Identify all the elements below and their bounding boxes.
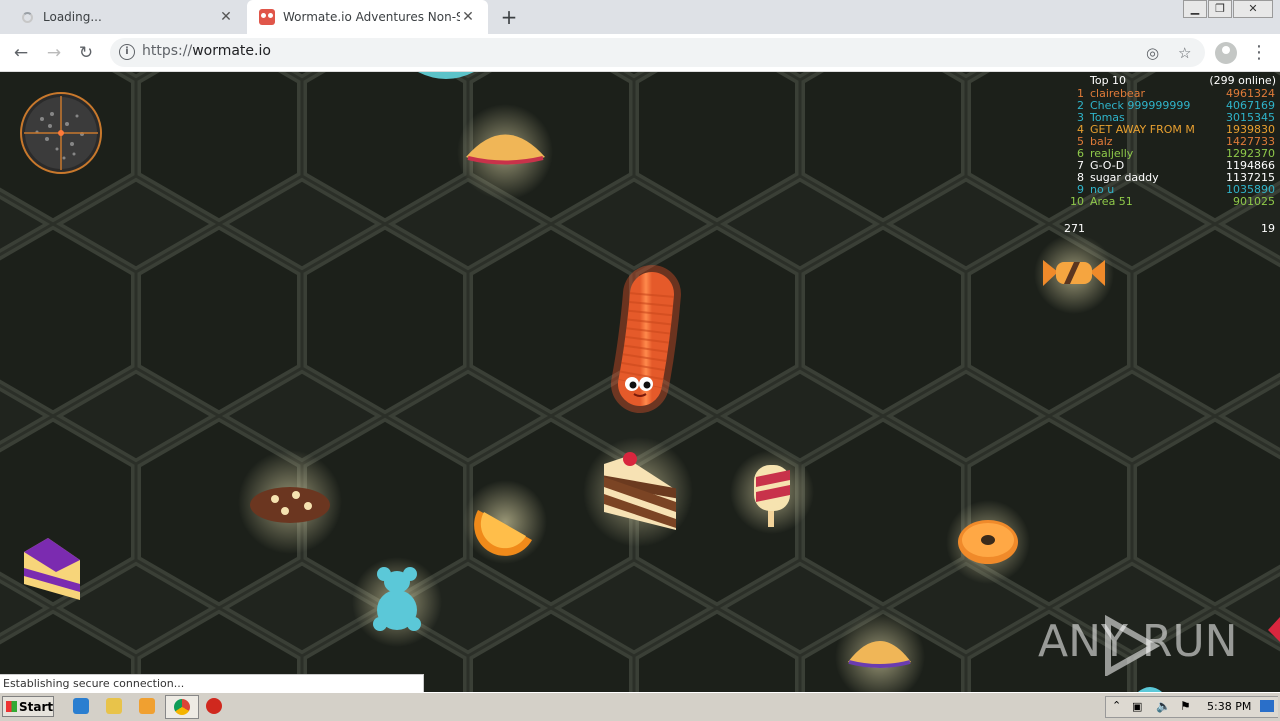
tray-expand-icon[interactable]: ⌃ xyxy=(1112,699,1121,712)
new-tab-button[interactable]: + xyxy=(498,6,520,28)
tab-strip: Loading... ✕ Wormate.io Adventures Non-S… xyxy=(0,0,1280,34)
menu-dots-icon[interactable]: ⋮ xyxy=(1250,42,1268,63)
candy-orange-slice xyxy=(463,480,547,564)
volume-icon[interactable]: 🔈 xyxy=(1156,699,1171,713)
location-icon[interactable]: ◎ xyxy=(1146,44,1159,62)
maximize-button[interactable]: ❐ xyxy=(1208,0,1232,18)
clock: 5:38 PM xyxy=(1207,700,1252,713)
tab-title: Loading... xyxy=(43,10,102,24)
watermark-text: ANY RUN xyxy=(1038,616,1238,667)
candy-chocolate-cookie xyxy=(238,450,342,554)
start-button[interactable]: Start xyxy=(2,696,54,717)
chrome-taskbar-button[interactable] xyxy=(165,695,199,719)
url-text[interactable]: https://wormate.io xyxy=(142,43,271,59)
leaderboard-rank: 10 xyxy=(1070,195,1084,208)
leaderboard-title: Top 10 xyxy=(1090,74,1127,87)
profile-avatar-icon[interactable] xyxy=(1215,42,1237,64)
candy-gummy-bear xyxy=(352,557,442,647)
minimap xyxy=(20,92,102,174)
my-score: 271 xyxy=(1064,222,1085,235)
url-scheme: https:// xyxy=(142,43,193,59)
tab-close-icon[interactable]: ✕ xyxy=(460,9,476,25)
back-arrow-icon[interactable]: ← xyxy=(10,42,32,64)
tab-title: Wormate.io Adventures Non-Stop xyxy=(283,10,460,24)
loading-spinner-icon xyxy=(22,11,33,23)
site-info-icon[interactable]: i xyxy=(119,44,135,60)
bookmark-star-icon[interactable]: ☆ xyxy=(1178,44,1191,62)
game-canvas[interactable]: Top 10 (299 online) 1 clairebear 4961324 2 C… xyxy=(0,72,1280,692)
windows-taskbar: Start ⌃ ▣ 🔈 ⚑ 5:38 PM xyxy=(0,692,1280,721)
ie-icon[interactable] xyxy=(73,698,89,714)
minimize-button[interactable]: ▁ xyxy=(1183,0,1207,18)
tab-close-icon[interactable]: ✕ xyxy=(218,9,234,25)
leaderboard-row: 10 Area 51 901025 xyxy=(1060,196,1280,208)
tab-wormate[interactable]: Wormate.io Adventures Non-Stop ✕ xyxy=(247,0,488,34)
forward-arrow-icon[interactable]: → xyxy=(43,42,65,64)
tab-loading[interactable]: Loading... ✕ xyxy=(0,0,246,34)
stop-icon[interactable] xyxy=(206,698,222,714)
show-desktop-icon[interactable] xyxy=(1260,700,1274,712)
candy-pie xyxy=(457,104,553,200)
status-bubble: Establishing secure connection... xyxy=(0,674,424,692)
candy-ice-pop xyxy=(730,450,814,534)
window-close-button[interactable]: ✕ xyxy=(1233,0,1273,18)
wormate-favicon-icon xyxy=(259,9,275,25)
reload-icon[interactable]: ↻ xyxy=(75,42,97,64)
network-icon[interactable]: ▣ xyxy=(1132,700,1142,713)
online-count: (299 online) xyxy=(1209,74,1276,87)
url-host: wormate.io xyxy=(192,43,271,59)
explorer-folder-icon[interactable] xyxy=(106,698,122,714)
leaderboard: Top 10 (299 online) 1 clairebear 4961324 2 C… xyxy=(1060,72,1280,208)
leaderboard-score: 901025 xyxy=(1233,195,1275,208)
address-bar[interactable]: i https://wormate.io ◎ ☆ xyxy=(110,38,1205,67)
browser-toolbar: ← → ↻ i https://wormate.io ◎ ☆ ⋮ xyxy=(0,34,1280,72)
candy-cake-slice xyxy=(583,437,693,547)
chrome-icon xyxy=(174,699,190,715)
leaderboard-name: Area 51 xyxy=(1090,195,1133,208)
media-player-icon[interactable] xyxy=(139,698,155,714)
flag-icon[interactable]: ⚑ xyxy=(1180,699,1191,713)
player-worm xyxy=(611,265,681,413)
system-tray: ⌃ ▣ 🔈 ⚑ xyxy=(1105,696,1278,718)
candy-donut xyxy=(946,500,1030,584)
my-rank: 19 xyxy=(1261,222,1275,235)
candy-wrapped-sweet xyxy=(1034,234,1114,314)
